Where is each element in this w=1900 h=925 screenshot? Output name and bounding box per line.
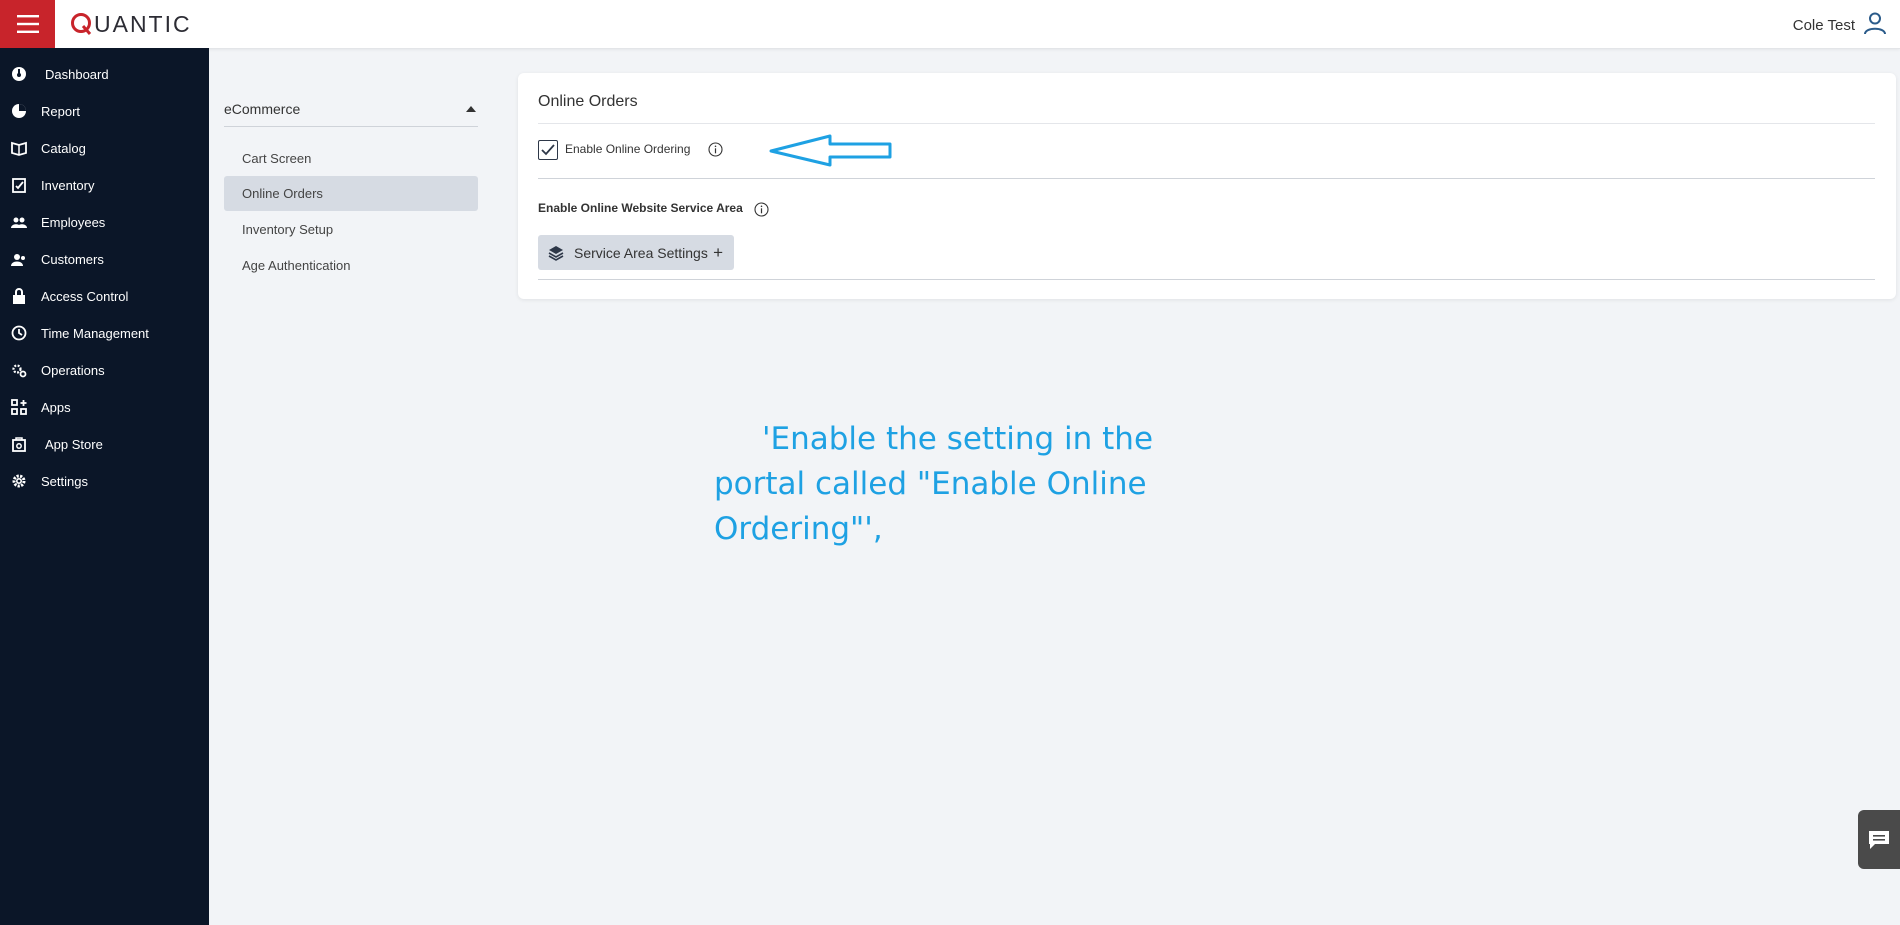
sidebar-item-label: Catalog <box>41 140 86 156</box>
gears-icon <box>12 364 27 378</box>
submenu-title: eCommerce <box>224 101 301 117</box>
submenu-header-ecommerce[interactable]: eCommerce <box>224 92 478 127</box>
sidebar-item-label: Time Management <box>41 325 149 341</box>
sidebar-item-employees[interactable]: Employees <box>0 205 209 239</box>
sidebar-item-settings[interactable]: Settings <box>0 464 209 498</box>
sidebar-item-apps[interactable]: Apps <box>0 390 209 424</box>
submenu-item-cart-screen[interactable]: Cart Screen <box>224 141 478 176</box>
gear-icon <box>12 474 26 488</box>
quantic-q-icon <box>71 13 92 35</box>
people-icon <box>11 217 27 228</box>
submenu-item-label: Online Orders <box>242 186 323 201</box>
divider <box>538 123 1875 124</box>
sidebar-item-access-control[interactable]: Access Control <box>0 279 209 313</box>
service-area-settings-label: Service Area Settings <box>574 245 708 261</box>
book-icon <box>11 141 27 156</box>
info-icon[interactable] <box>754 202 769 217</box>
sidebar-item-label: Employees <box>41 214 106 230</box>
sidebar-item-app-store[interactable]: App Store <box>0 427 209 461</box>
service-area-label: Enable Online Website Service Area <box>538 201 743 215</box>
sidebar-item-inventory[interactable]: Inventory <box>0 168 209 202</box>
submenu-item-label: Inventory Setup <box>242 222 334 237</box>
chat-icon <box>1869 830 1889 849</box>
sidebar-item-operations[interactable]: Operations <box>0 353 209 387</box>
pie-chart-icon <box>12 104 26 118</box>
checkmark-icon <box>541 144 555 156</box>
plus-icon: + <box>713 243 723 262</box>
sidebar-item-label: Settings <box>41 473 88 489</box>
user-name[interactable]: Cole Test <box>1793 17 1855 34</box>
sidebar-item-label: Inventory <box>41 177 95 193</box>
layers-icon <box>548 246 564 261</box>
sidebar: Dashboard Report Catalog Inventory Emplo… <box>0 48 209 925</box>
enable-online-ordering-checkbox[interactable] <box>538 140 558 160</box>
hamburger-icon <box>16 15 39 33</box>
submenu-item-inventory-setup[interactable]: Inventory Setup <box>224 212 478 247</box>
enable-online-ordering-label[interactable]: Enable Online Ordering <box>565 142 690 156</box>
annotation-text: 'Enable the setting in the portal called… <box>714 421 1154 547</box>
info-icon[interactable] <box>708 142 723 157</box>
top-bar: UANTIC Cole Test <box>0 0 1900 49</box>
sidebar-item-report[interactable]: Report <box>0 94 209 128</box>
submenu-item-online-orders[interactable]: Online Orders <box>224 176 478 211</box>
clock-icon <box>11 325 27 341</box>
sidebar-item-customers[interactable]: Customers <box>0 242 209 276</box>
sidebar-item-label: Report <box>41 103 81 119</box>
submenu-item-label: Cart Screen <box>242 151 312 166</box>
sidebar-item-label: Dashboard <box>45 66 109 82</box>
submenu-item-label: Age Authentication <box>242 258 351 273</box>
hamburger-menu-button[interactable] <box>0 0 55 48</box>
sidebar-item-label: Apps <box>41 399 71 415</box>
store-icon <box>12 437 26 452</box>
submenu-item-age-authentication[interactable]: Age Authentication <box>224 248 478 283</box>
sidebar-item-label: Access Control <box>41 288 129 304</box>
sidebar-item-dashboard[interactable]: Dashboard <box>0 57 209 91</box>
lock-icon <box>13 288 25 304</box>
sidebar-item-catalog[interactable]: Catalog <box>0 131 209 165</box>
apps-icon <box>11 399 27 415</box>
sidebar-item-label: Operations <box>41 362 105 378</box>
chat-button[interactable] <box>1858 810 1900 869</box>
clipboard-check-icon <box>12 178 26 193</box>
divider <box>538 279 1875 280</box>
quantic-logo[interactable]: UANTIC <box>70 8 192 40</box>
dashboard-icon <box>12 67 26 81</box>
sidebar-item-label: App Store <box>45 436 103 452</box>
logo-text: UANTIC <box>94 10 192 37</box>
sidebar-item-label: Customers <box>41 251 104 267</box>
customers-icon <box>11 254 25 266</box>
user-icon[interactable] <box>1863 11 1887 35</box>
sidebar-item-time-management[interactable]: Time Management <box>0 316 209 350</box>
divider <box>538 178 1875 179</box>
caret-up-icon <box>466 106 476 112</box>
online-orders-card: Online Orders Enable Online Ordering Ena… <box>518 73 1896 299</box>
annotation-arrow-icon <box>769 134 892 167</box>
service-area-settings-button[interactable]: Service Area Settings + <box>538 235 734 270</box>
card-title: Online Orders <box>538 93 638 110</box>
